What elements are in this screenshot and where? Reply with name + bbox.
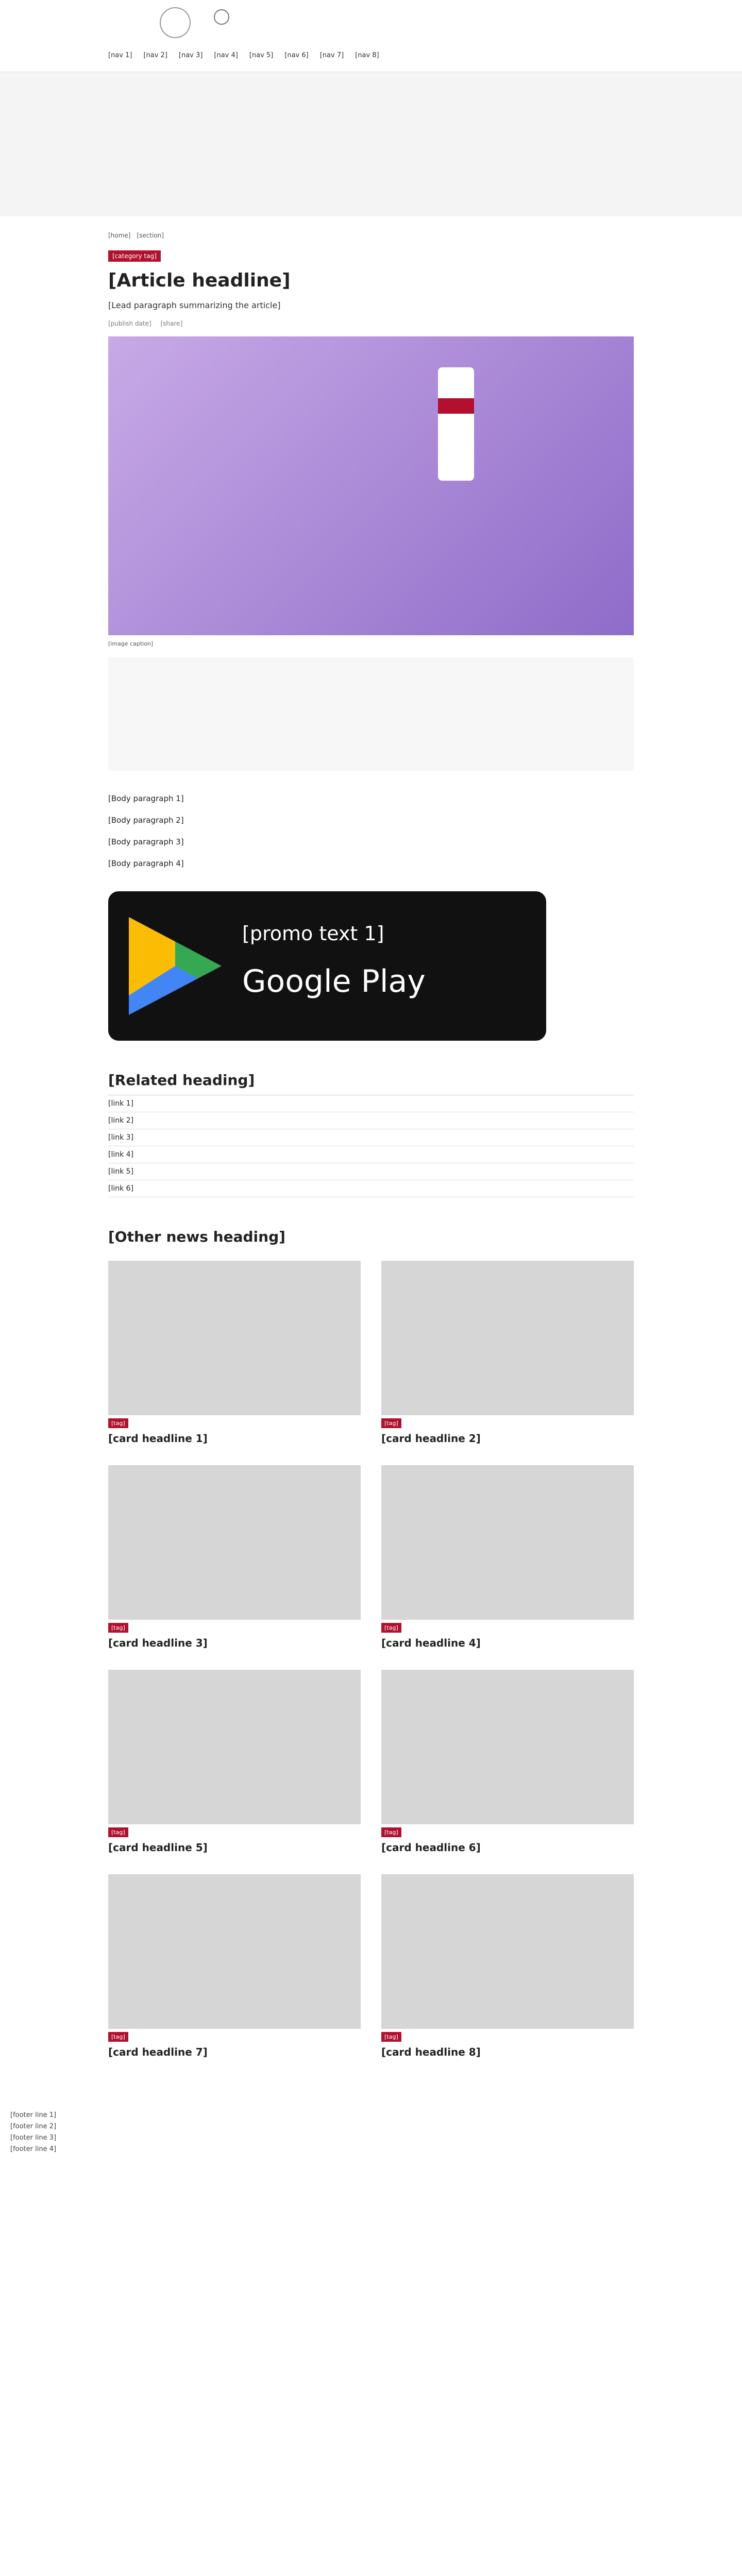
paragraph: [Body paragraph 4]	[108, 859, 184, 868]
related-link[interactable]: [link 3]	[108, 1129, 634, 1146]
vaccine-vial-image	[438, 367, 474, 481]
category-tag[interactable]: [category tag]	[108, 250, 161, 262]
ad-slot	[108, 657, 634, 771]
card-image	[108, 1670, 361, 1824]
nav-item[interactable]: [nav 1]	[108, 52, 132, 59]
card-image	[381, 1465, 634, 1620]
card-tag: [tag]	[381, 1623, 401, 1633]
ad-banner	[0, 72, 742, 216]
footer-line[interactable]: [footer line 1]	[10, 2110, 742, 2121]
page-title: [Article headline]	[108, 270, 291, 291]
card-image	[108, 1874, 361, 2029]
footer-line[interactable]: [footer line 3]	[10, 2132, 742, 2144]
card-image	[108, 1465, 361, 1620]
nav-item[interactable]: [nav 7]	[320, 52, 344, 59]
article-lead: [Lead paragraph summarizing the article]	[108, 300, 281, 310]
card-title[interactable]: [card headline 8]	[381, 2046, 634, 2058]
footer-line[interactable]: [footer line 2]	[10, 2121, 742, 2132]
card-tag: [tag]	[108, 1418, 128, 1428]
card-image	[381, 1261, 634, 1415]
related-link[interactable]: [link 6]	[108, 1180, 634, 1197]
news-card[interactable]: [tag] [card headline 8]	[381, 1874, 634, 2058]
news-card[interactable]: [tag] [card headline 6]	[381, 1670, 634, 1854]
image-caption: [image caption]	[108, 640, 154, 647]
news-card[interactable]: [tag] [card headline 4]	[381, 1465, 634, 1649]
card-tag: [tag]	[381, 2032, 401, 2042]
related-link[interactable]: [link 2]	[108, 1112, 634, 1129]
article-body: [Body paragraph 1] [Body paragraph 2] [B…	[108, 791, 634, 871]
google-play-icon	[129, 917, 222, 1015]
related-link[interactable]: [link 4]	[108, 1146, 634, 1163]
card-title[interactable]: [card headline 6]	[381, 1841, 634, 1854]
nav-item[interactable]: [nav 6]	[284, 52, 308, 59]
news-card[interactable]: [tag] [card headline 5]	[108, 1670, 361, 1854]
news-card[interactable]: [tag] [card headline 1]	[108, 1261, 361, 1445]
card-title[interactable]: [card headline 2]	[381, 1432, 634, 1445]
site-footer: [footer line 1] [footer line 2] [footer …	[0, 2099, 742, 2186]
nav-item[interactable]: [nav 3]	[179, 52, 203, 59]
nav-item[interactable]: [nav 2]	[143, 52, 167, 59]
paragraph: [Body paragraph 3]	[108, 837, 184, 846]
publish-date: [publish date]	[108, 320, 151, 327]
promo-brand: Google Play	[242, 963, 426, 999]
share-button[interactable]: [share]	[161, 320, 183, 327]
card-tag: [tag]	[381, 1418, 401, 1428]
card-title[interactable]: [card headline 7]	[108, 2046, 361, 2058]
google-play-promo[interactable]: [promo text 1] Google Play	[108, 891, 546, 1041]
related-list: [link 1] [link 2] [link 3] [link 4] [lin…	[108, 1095, 634, 1197]
card-tag: [tag]	[108, 1623, 128, 1633]
promo-text: [promo text 1]	[242, 922, 384, 945]
hero-image	[108, 336, 634, 635]
card-title[interactable]: [card headline 4]	[381, 1637, 634, 1649]
card-image	[381, 1670, 634, 1824]
site-header: [nav 1] [nav 2] [nav 3] [nav 4] [nav 5] …	[0, 0, 742, 72]
card-tag: [tag]	[108, 1827, 128, 1837]
card-title[interactable]: [card headline 5]	[108, 1841, 361, 1854]
other-news-heading: [Other news heading]	[108, 1228, 285, 1245]
news-grid: [tag] [card headline 1] [tag] [card headli…	[108, 1261, 634, 2058]
card-title[interactable]: [card headline 3]	[108, 1637, 361, 1649]
related-heading: [Related heading]	[108, 1072, 255, 1089]
card-image	[381, 1874, 634, 2029]
main-nav: [nav 1] [nav 2] [nav 3] [nav 4] [nav 5] …	[108, 52, 379, 59]
card-image	[108, 1261, 361, 1415]
related-link[interactable]: [link 1]	[108, 1095, 634, 1112]
paragraph: [Body paragraph 2]	[108, 816, 184, 825]
site-logo[interactable]	[160, 7, 191, 38]
search-icon[interactable]	[214, 9, 229, 25]
card-title[interactable]: [card headline 1]	[108, 1432, 361, 1445]
paragraph: [Body paragraph 1]	[108, 794, 184, 803]
breadcrumb-home[interactable]: [home]	[108, 232, 130, 239]
nav-item[interactable]: [nav 8]	[355, 52, 379, 59]
news-card[interactable]: [tag] [card headline 2]	[381, 1261, 634, 1445]
breadcrumb: [home] [section]	[108, 232, 634, 239]
nav-item[interactable]: [nav 5]	[249, 52, 273, 59]
breadcrumb-section[interactable]: [section]	[137, 232, 164, 239]
related-link[interactable]: [link 5]	[108, 1163, 634, 1180]
article-meta: [publish date] [share]	[108, 320, 634, 327]
news-card[interactable]: [tag] [card headline 7]	[108, 1874, 361, 2058]
news-card[interactable]: [tag] [card headline 3]	[108, 1465, 361, 1649]
nav-item[interactable]: [nav 4]	[214, 52, 238, 59]
footer-line: [footer line 4]	[10, 2145, 57, 2153]
card-tag: [tag]	[108, 2032, 128, 2042]
card-tag: [tag]	[381, 1827, 401, 1837]
